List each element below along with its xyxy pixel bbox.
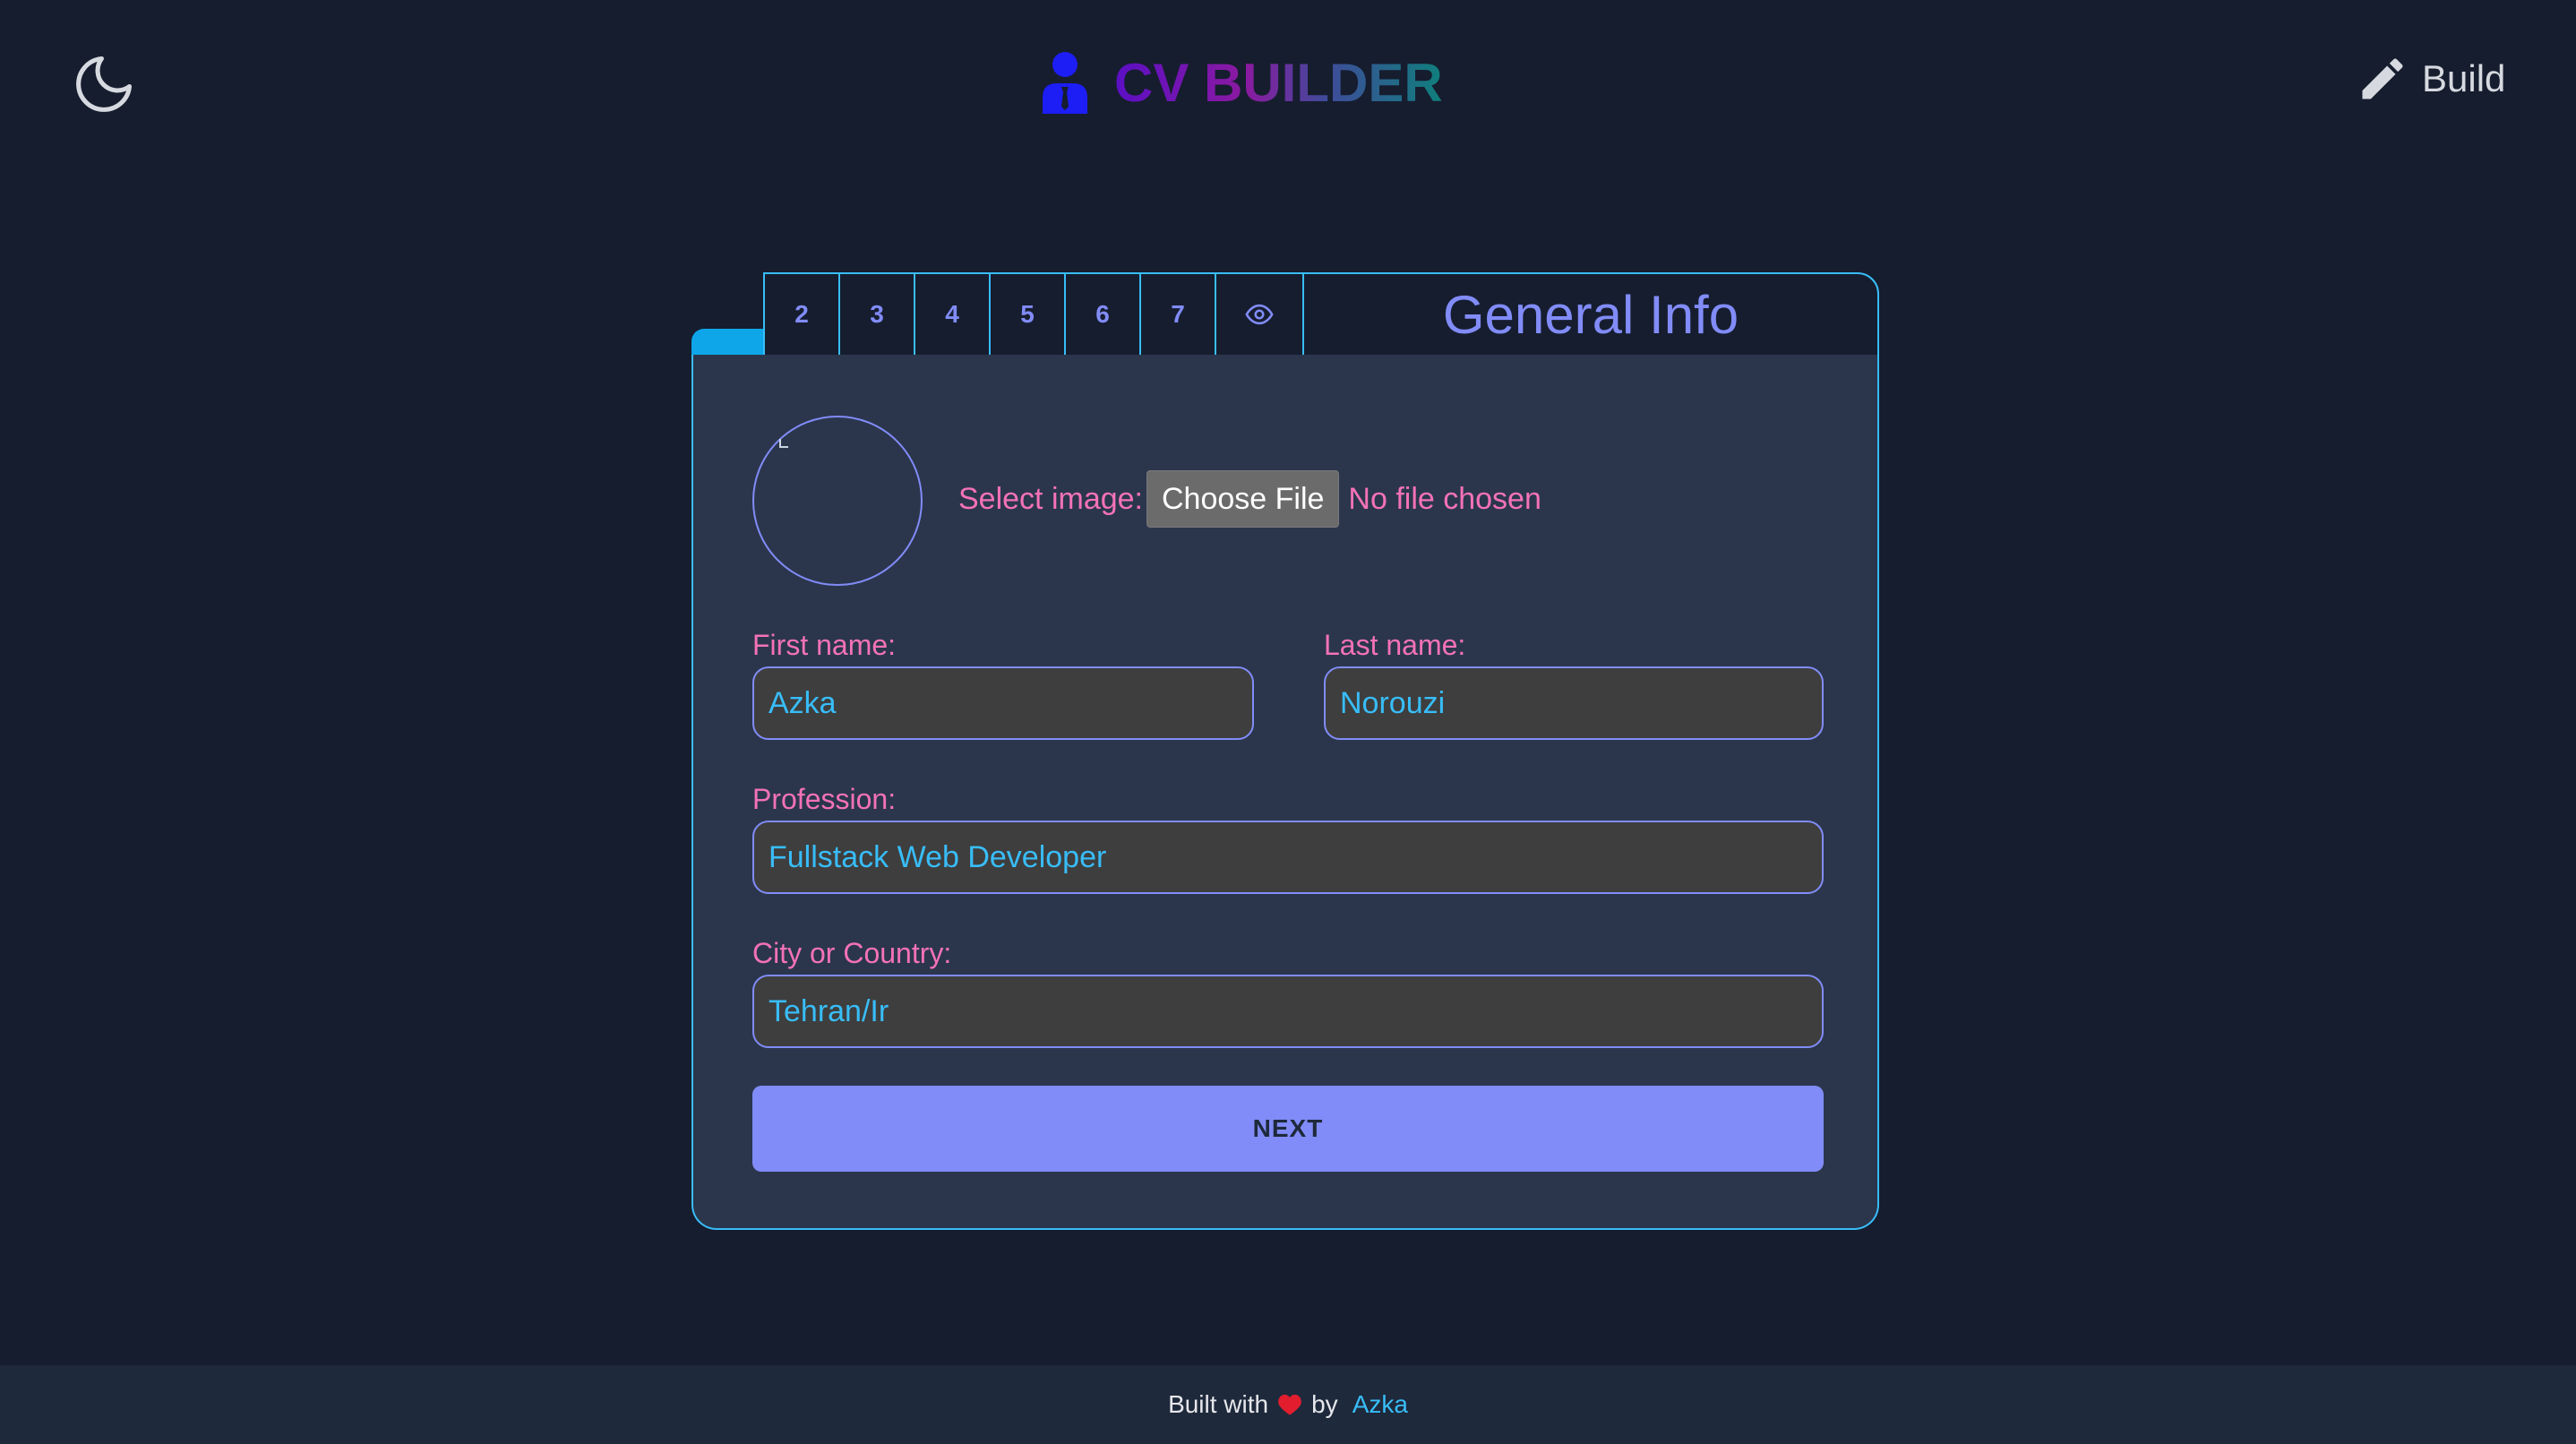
choose-file-button[interactable]: Choose File: [1146, 470, 1340, 528]
tab-preview[interactable]: [1216, 274, 1304, 355]
app-title: CV BUILDER: [1114, 52, 1443, 113]
build-label: Build: [2422, 57, 2506, 99]
broken-image-icon: [779, 439, 788, 448]
heart-icon: [1278, 1394, 1301, 1415]
last-name-label: Last name:: [1324, 629, 1466, 661]
first-name-label: First name:: [752, 629, 897, 661]
brand: CV BUILDER: [1039, 47, 1443, 118]
step-tabs: 2 3 4 5 6 7 General Info: [763, 272, 1879, 357]
general-info-form: Select image: Choose File No file chosen…: [691, 355, 1879, 1230]
profession-input[interactable]: Fullstack Web Developer: [752, 821, 1824, 894]
tab-step-5[interactable]: 5: [991, 274, 1066, 355]
image-selector: Select image: Choose File No file chosen: [958, 470, 1541, 528]
select-image-label: Select image:: [958, 481, 1143, 516]
moon-icon: [76, 56, 133, 112]
last-name-input[interactable]: Norouzi: [1324, 666, 1824, 740]
eye-icon: [1245, 304, 1274, 325]
by-text: by: [1311, 1390, 1338, 1418]
tab-step-7[interactable]: 7: [1141, 274, 1216, 355]
tab-step-2[interactable]: 2: [765, 274, 840, 355]
tab-step-6[interactable]: 6: [1066, 274, 1141, 355]
footer: Built with by Azka: [0, 1365, 2576, 1444]
build-link[interactable]: Build: [2356, 52, 2505, 106]
tab-step-3[interactable]: 3: [840, 274, 915, 355]
city-input[interactable]: Tehran/Ir: [752, 975, 1824, 1048]
city-label: City or Country:: [752, 937, 952, 969]
tab-step-4[interactable]: 4: [915, 274, 991, 355]
section-title: General Info: [1442, 284, 1739, 345]
built-with-text: Built with: [1168, 1390, 1269, 1418]
first-name-input[interactable]: Azka: [752, 666, 1254, 740]
tab-1-active[interactable]: [691, 329, 765, 357]
pencil-icon: [2362, 58, 2403, 99]
profession-label: Profession:: [752, 783, 897, 815]
user-icon: [1043, 52, 1087, 114]
no-file-text: No file chosen: [1348, 481, 1541, 516]
next-button[interactable]: NEXT: [752, 1086, 1824, 1172]
author-link[interactable]: Azka: [1352, 1390, 1408, 1419]
avatar-preview: [752, 416, 923, 586]
theme-toggle-button[interactable]: [70, 50, 138, 118]
